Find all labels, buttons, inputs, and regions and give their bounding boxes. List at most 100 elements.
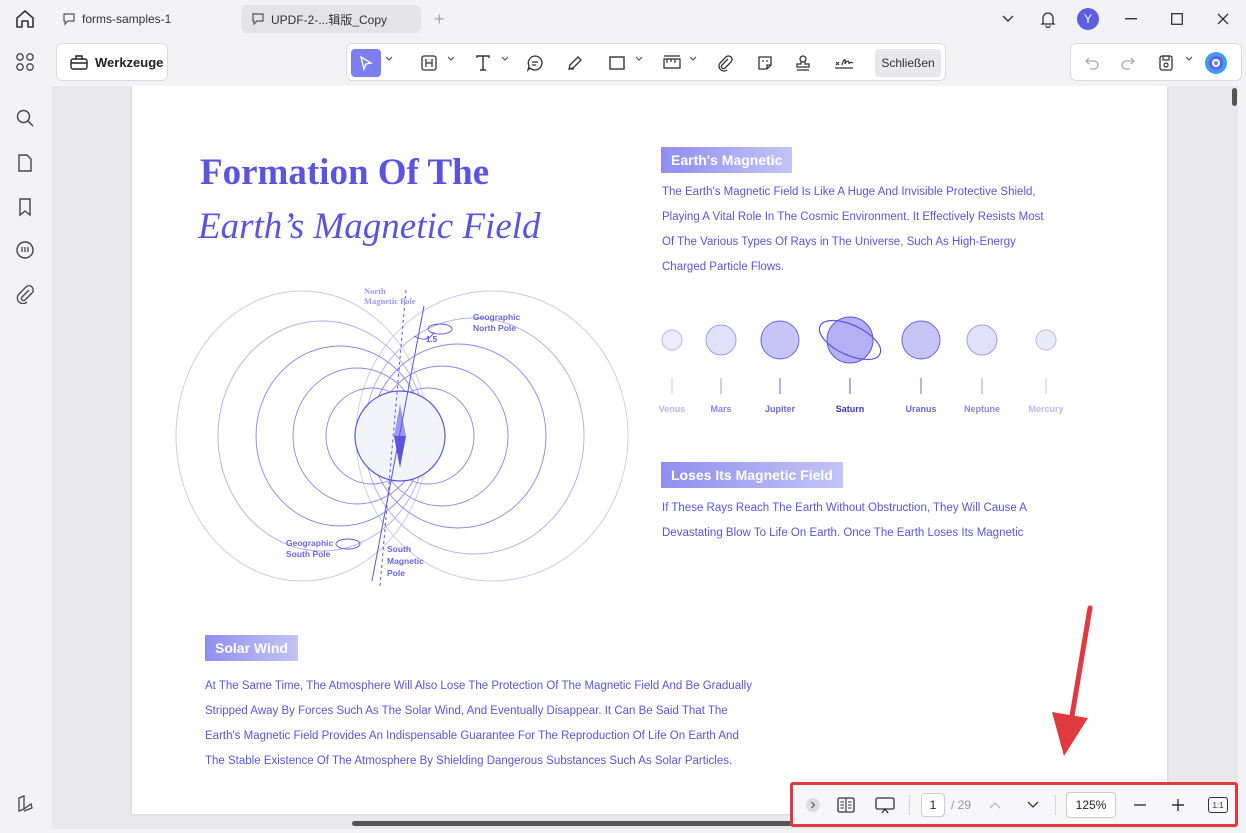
- chevron-down-icon[interactable]: [689, 56, 697, 62]
- geographic-north-label-2: North Pole: [473, 323, 516, 333]
- page-navigation-bar: 1 / 29 125% 1:1: [790, 782, 1238, 827]
- werkzeuge-button[interactable]: Werkzeuge: [56, 43, 168, 81]
- text-icon: [476, 55, 490, 71]
- text-tool-button[interactable]: [471, 49, 495, 77]
- divider: [909, 795, 910, 815]
- plus-icon: [1172, 799, 1184, 811]
- mercury-planet: [1035, 329, 1057, 351]
- bookmark-icon[interactable]: [15, 197, 37, 219]
- chevron-right-icon: [806, 798, 820, 812]
- bell-icon[interactable]: [1028, 0, 1068, 38]
- chevron-down-icon[interactable]: [1185, 56, 1193, 62]
- ruler-icon: [663, 55, 681, 69]
- shape-tool-button[interactable]: [605, 49, 629, 77]
- attachment-icon[interactable]: [15, 284, 37, 306]
- geographic-south-label-1: Geographic: [286, 538, 334, 548]
- mars-planet: [705, 324, 737, 356]
- text-comment-icon: [526, 55, 543, 72]
- home-icon[interactable]: [14, 8, 38, 30]
- horizontal-scrollbar[interactable]: [352, 821, 792, 826]
- actual-size-icon: 1:1: [1208, 797, 1228, 813]
- paragraph-line: Stripped Away By Forces Such As The Sola…: [205, 705, 728, 717]
- close-window-icon[interactable]: [1200, 0, 1246, 38]
- ai-assistant-icon: [1205, 52, 1227, 74]
- redo-button[interactable]: [1117, 49, 1139, 77]
- tilt-angle-label: 1.5: [426, 335, 438, 344]
- magnetic-field-diagram: North Magnetic Pole Geographic North Pol…: [175, 286, 629, 587]
- presentation-button[interactable]: [873, 795, 897, 815]
- measure-tool-button[interactable]: [659, 49, 685, 77]
- chevron-down-icon[interactable]: [447, 56, 455, 62]
- save-button[interactable]: [1155, 49, 1177, 77]
- page-thumbnails-icon[interactable]: [15, 153, 37, 175]
- chevron-down-icon[interactable]: [501, 56, 509, 62]
- paragraph-line: Charged Particle Flows.: [662, 261, 785, 273]
- planet-label-neptune: Neptune: [964, 404, 1000, 414]
- chevron-down-icon[interactable]: [385, 56, 393, 62]
- highlight-icon: [421, 55, 437, 71]
- next-page-button[interactable]: [1025, 795, 1041, 815]
- zoom-in-button[interactable]: [1169, 795, 1187, 815]
- zoom-level-input[interactable]: 125%: [1066, 792, 1116, 818]
- layers-icon[interactable]: [15, 794, 37, 816]
- paragraph-line: At The Same Time, The Atmosphere Will Al…: [205, 680, 752, 692]
- north-magnetic-pole-label-2: Magnetic Pole: [364, 296, 416, 306]
- undo-button[interactable]: [1081, 49, 1103, 77]
- tab-forms-samples[interactable]: forms-samples-1: [52, 5, 234, 33]
- uranus-planet: [901, 320, 941, 360]
- planet-label-saturn: Saturn: [835, 404, 865, 414]
- vertical-scrollbar[interactable]: [1232, 88, 1237, 106]
- attach-file-button[interactable]: [713, 49, 737, 77]
- planet-label-mercury: Mercury: [1028, 404, 1064, 414]
- planets-illustration: [661, 316, 1057, 394]
- neptune-planet: [966, 324, 998, 356]
- sticker-icon: [758, 56, 772, 70]
- earths-magnetic-heading: Earth's Magnetic: [661, 147, 793, 173]
- sticker-tool-button[interactable]: [753, 49, 777, 77]
- paragraph-line: Earth's Magnetic Field Provides An Indis…: [205, 730, 739, 742]
- ai-assistant-button[interactable]: [1203, 49, 1229, 77]
- paragraph-line: Playing A Vital Role In The Cosmic Envir…: [662, 211, 1044, 223]
- close-tools-button[interactable]: Schließen: [875, 49, 941, 77]
- maximize-icon[interactable]: [1154, 0, 1200, 38]
- expand-sidebar-button[interactable]: [805, 795, 821, 815]
- geographic-south-label-2: South Pole: [286, 549, 331, 559]
- stamp-icon: [796, 55, 810, 71]
- stamp-tool-button[interactable]: [791, 49, 815, 77]
- rectangle-icon: [609, 56, 625, 70]
- paragraph-line: Of The Various Types Of Rays in The Univ…: [662, 236, 1016, 248]
- tab-updf-copy[interactable]: UPDF-2-...辑版_Copy: [241, 5, 421, 33]
- paragraph-line: The Stable Existence Of The Atmosphere B…: [205, 755, 733, 767]
- current-page-input[interactable]: 1: [921, 793, 945, 817]
- zoom-out-button[interactable]: [1131, 795, 1149, 815]
- page-layout-button[interactable]: [835, 795, 857, 815]
- apps-icon[interactable]: [15, 52, 37, 74]
- pencil-tool-button[interactable]: [563, 49, 587, 77]
- comments-icon[interactable]: [15, 240, 37, 262]
- comment-icon: [251, 12, 265, 26]
- loses-magnetic-field-paragraph: If These Rays Reach The Earth Without Ob…: [662, 496, 1027, 546]
- comment-tool-button[interactable]: [523, 49, 547, 77]
- highlight-tool-button[interactable]: [417, 49, 441, 77]
- chevron-down-icon[interactable]: [988, 0, 1028, 38]
- minimize-icon[interactable]: [1108, 0, 1154, 38]
- signature-icon: [835, 59, 854, 69]
- cursor-icon: [359, 55, 373, 71]
- previous-page-button[interactable]: [987, 795, 1003, 815]
- select-tool-button[interactable]: [351, 49, 381, 77]
- tab-label: forms-samples-1: [82, 12, 172, 26]
- minus-icon: [1134, 804, 1146, 806]
- signature-tool-button[interactable]: [831, 49, 857, 77]
- pdf-page: Formation Of The Earth’s Magnetic Field: [132, 86, 1167, 814]
- redo-icon: [1121, 57, 1135, 70]
- new-tab-button[interactable]: +: [434, 9, 445, 30]
- search-icon[interactable]: [15, 108, 37, 130]
- red-arrow-annotation: [1052, 605, 1093, 756]
- planet-label-jupiter: Jupiter: [764, 404, 795, 414]
- paragraph-line: If These Rays Reach The Earth Without Ob…: [662, 502, 1027, 514]
- actual-size-button[interactable]: 1:1: [1207, 795, 1229, 815]
- chevron-down-icon[interactable]: [635, 56, 643, 62]
- document-subtitle: Earth’s Magnetic Field: [198, 206, 541, 247]
- undo-icon: [1085, 57, 1099, 70]
- avatar[interactable]: Y: [1077, 8, 1099, 30]
